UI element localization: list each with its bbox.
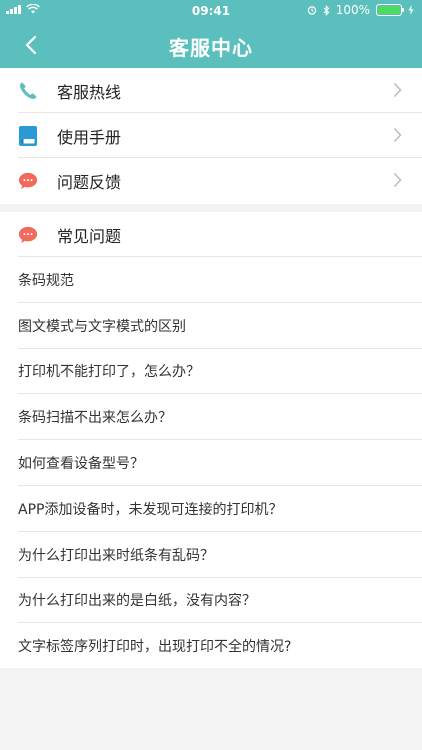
navigation-bar: 客服中心	[0, 22, 422, 68]
menu-list: 客服热线 使用手册 问题反馈	[0, 68, 422, 204]
faq-item-label: 为什么打印出来时纸条有乱码？	[18, 547, 214, 564]
header-bar: 09:41 100% 客服中心	[0, 0, 422, 68]
charging-icon	[408, 5, 414, 15]
chevron-right-icon	[393, 172, 402, 188]
menu-item-label: 客服热线	[57, 82, 122, 102]
faq-title: 常见问题	[57, 226, 122, 246]
faq-item[interactable]: 条码扫描不出来怎么办？	[0, 394, 422, 441]
faq-item-label: 条码扫描不出来怎么办？	[18, 410, 172, 427]
phone-icon	[18, 81, 38, 101]
faq-header-row: 常见问题	[0, 212, 422, 257]
faq-item-label: 打印机不能打印了，怎么办？	[18, 364, 200, 381]
menu-item-label: 问题反馈	[57, 172, 122, 192]
chevron-right-icon	[393, 127, 402, 143]
menu-item-manual[interactable]: 使用手册	[0, 113, 422, 158]
menu-item-label: 使用手册	[57, 127, 122, 147]
chat-bubble-icon	[18, 171, 38, 191]
faq-item[interactable]: 如何查看设备型号？	[0, 440, 422, 486]
faq-header: 常见问题	[0, 212, 422, 257]
faq-item[interactable]: 为什么打印出来时纸条有乱码？	[0, 532, 422, 578]
chat-bubble-icon	[18, 225, 38, 245]
menu-item-hotline[interactable]: 客服热线	[0, 68, 422, 113]
battery-percent: 100%	[335, 3, 370, 17]
status-right: 100%	[307, 3, 414, 17]
bluetooth-icon	[323, 4, 329, 16]
alarm-icon	[307, 6, 316, 15]
faq-item-label: 图文模式与文字模式的区别	[18, 318, 186, 335]
faq-item-label: 条码规范	[18, 272, 74, 289]
faq-item[interactable]: 打印机不能打印了，怎么办？	[0, 349, 422, 395]
faq-item[interactable]: 条码规范	[0, 257, 422, 303]
faq-item-label: 为什么打印出来的是白纸，没有内容？	[18, 593, 256, 610]
faq-item-label: APP添加设备时，未发现可连接的打印机？	[18, 501, 283, 518]
book-icon	[18, 125, 38, 146]
status-bar: 09:41 100%	[0, 0, 422, 22]
menu-item-feedback[interactable]: 问题反馈	[0, 158, 422, 203]
chevron-right-icon	[393, 82, 402, 98]
faq-item[interactable]: APP添加设备时，未发现可连接的打印机？	[0, 486, 422, 532]
faq-item[interactable]: 文字标签序列打印时，出现打印不全的情况?	[0, 623, 422, 669]
battery-icon	[376, 4, 404, 16]
page-title: 客服中心	[169, 36, 253, 60]
faq-item-label: 文字标签序列打印时，出现打印不全的情况?	[18, 639, 292, 656]
faq-section: 常见问题 条码规范 图文模式与文字模式的区别 打印机不能打印了，怎么办？ 条码扫…	[0, 212, 422, 668]
faq-item[interactable]: 为什么打印出来的是白纸，没有内容？	[0, 578, 422, 624]
faq-item-label: 如何查看设备型号？	[18, 456, 144, 473]
faq-item[interactable]: 图文模式与文字模式的区别	[0, 303, 422, 349]
